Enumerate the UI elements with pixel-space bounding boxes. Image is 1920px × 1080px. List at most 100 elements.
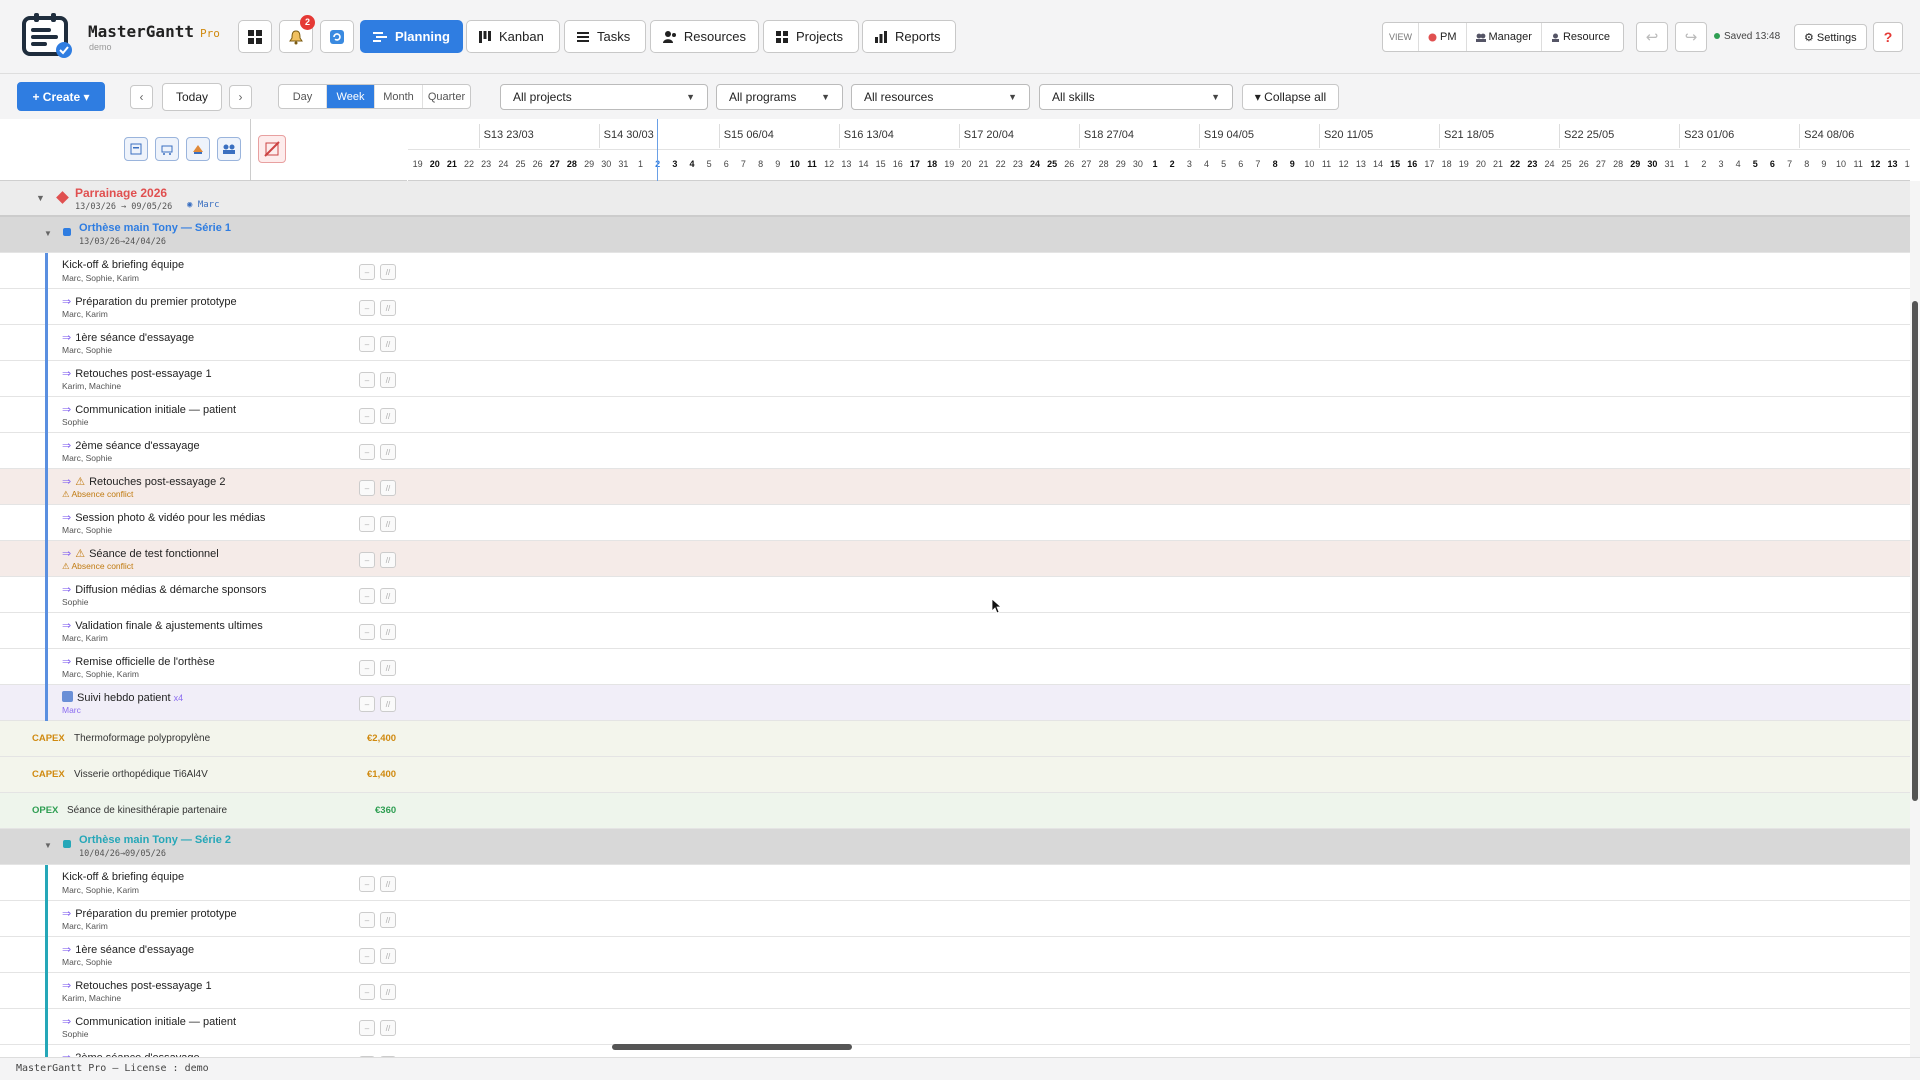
task-edit-toggle[interactable]: // [380,372,396,388]
list-view-icon[interactable] [124,137,148,161]
task-lock-toggle[interactable]: – [359,264,375,280]
task-edit-toggle[interactable]: // [380,912,396,928]
task-lock-toggle[interactable]: – [359,444,375,460]
task-edit-toggle[interactable]: // [380,696,396,712]
zoom-month[interactable]: Month [375,85,423,108]
task-lock-toggle[interactable]: – [359,1020,375,1036]
task-lock-toggle[interactable]: – [359,300,375,316]
next-period-button[interactable]: › [229,85,252,109]
task-name[interactable]: Suivi hebdo patient x4 [62,691,183,704]
task-name[interactable]: ⇒ Diffusion médias & démarche sponsors [62,583,266,596]
task-name[interactable]: ⇒ ⚠ Retouches post-essayage 2 [62,475,225,488]
task-lock-toggle[interactable]: – [359,480,375,496]
task-name[interactable]: Kick-off & briefing équipe [62,259,184,271]
collapse-all-button[interactable]: ▾ Collapse all [1242,84,1339,110]
zoom-quarter[interactable]: Quarter [423,85,470,108]
task-name[interactable]: ⇒ Validation finale & ajustements ultimes [62,619,263,632]
task-name[interactable]: ⇒ Communication initiale — patient [62,403,236,416]
project-name[interactable]: Orthèse main Tony — Série 2 [79,834,231,846]
task-edit-toggle[interactable]: // [380,984,396,1000]
collapse-chevron-icon[interactable]: ▼ [44,841,52,850]
task-edit-toggle[interactable]: // [380,660,396,676]
task-name[interactable]: ⇒ Session photo & vidéo pour les médias [62,511,265,524]
task-lock-toggle[interactable]: – [359,336,375,352]
task-lock-toggle[interactable]: – [359,696,375,712]
collapse-chevron-icon[interactable]: ▼ [44,229,52,238]
undo-button[interactable]: ↩ [1636,22,1668,52]
nav-kanban[interactable]: Kanban [466,20,560,53]
nav-planning[interactable]: Planning [360,20,463,53]
notifications-button[interactable]: 2 [279,15,315,53]
projects-filter-select[interactable]: All projects ▼ [500,84,708,110]
task-edit-toggle[interactable]: // [380,336,396,352]
task-edit-toggle[interactable]: // [380,876,396,892]
budget-name[interactable]: Séance de kinesithérapie partenaire [67,805,227,816]
task-edit-toggle[interactable]: // [380,408,396,424]
horizontal-scroll-thumb[interactable] [612,1044,852,1050]
create-button[interactable]: + Create ▾ [17,82,105,111]
budget-name[interactable]: Thermoformage polypropylène [74,733,210,744]
view-manager-button[interactable]: Manager [1467,23,1542,51]
task-lock-toggle[interactable]: – [359,408,375,424]
task-name[interactable]: ⇒ 1ère séance d'essayage [62,943,194,956]
task-edit-toggle[interactable]: // [380,444,396,460]
redo-button[interactable]: ↪ [1675,22,1707,52]
apps-grid-button[interactable] [238,20,272,53]
task-lock-toggle[interactable]: – [359,912,375,928]
zoom-day[interactable]: Day [279,85,327,108]
budget-name[interactable]: Visserie orthopédique Ti6Al4V [74,769,208,780]
settings-button[interactable]: ⚙ Settings [1794,24,1867,50]
task-edit-toggle[interactable]: // [380,624,396,640]
task-name[interactable]: ⇒ Préparation du premier prototype [62,295,237,308]
task-name[interactable]: ⇒ 1ère séance d'essayage [62,331,194,344]
team-icon[interactable] [217,137,241,161]
task-name[interactable]: ⇒ Retouches post-essayage 1 [62,367,212,380]
view-resource-button[interactable]: Resource [1542,23,1619,51]
task-edit-toggle[interactable]: // [380,480,396,496]
help-button[interactable]: ? [1873,22,1903,52]
task-name[interactable]: ⇒ ⚠ Séance de test fonctionnel [62,547,219,560]
resources-filter-select[interactable]: All resources ▼ [851,84,1030,110]
vertical-scroll-thumb[interactable] [1912,301,1918,801]
nav-tasks[interactable]: Tasks [564,20,646,53]
project-name[interactable]: Orthèse main Tony — Série 1 [79,222,231,234]
task-lock-toggle[interactable]: – [359,516,375,532]
absence-icon[interactable] [186,137,210,161]
task-lock-toggle[interactable]: – [359,660,375,676]
task-lock-toggle[interactable]: – [359,552,375,568]
task-name[interactable]: ⇒ Communication initiale — patient [62,1015,236,1028]
task-edit-toggle[interactable]: // [380,588,396,604]
cart-icon[interactable] [155,137,179,161]
task-name[interactable]: ⇒ Retouches post-essayage 1 [62,979,212,992]
sync-button[interactable] [320,20,354,53]
task-lock-toggle[interactable]: – [359,948,375,964]
task-name[interactable]: Kick-off & briefing équipe [62,871,184,883]
task-name[interactable]: ⇒ Remise officielle de l'orthèse [62,655,215,668]
program-name[interactable]: Parrainage 2026 [75,186,167,200]
nav-projects[interactable]: Projects [763,20,859,53]
task-lock-toggle[interactable]: – [359,984,375,1000]
programs-filter-select[interactable]: All programs ▼ [716,84,843,110]
task-edit-toggle[interactable]: // [380,516,396,532]
task-lock-toggle[interactable]: – [359,588,375,604]
prev-period-button[interactable]: ‹ [130,85,153,109]
task-edit-toggle[interactable]: // [380,1020,396,1036]
nav-resources[interactable]: Resources [650,20,759,53]
collapse-chevron-icon[interactable]: ▼ [36,193,45,203]
vertical-scrollbar[interactable] [1910,181,1920,1054]
task-name[interactable]: ⇒2ème séance d'essayage [62,439,200,452]
task-lock-toggle[interactable]: – [359,624,375,640]
skills-filter-select[interactable]: All skills ▼ [1039,84,1233,110]
no-critical-path-icon[interactable] [258,135,286,163]
zoom-week[interactable]: Week [327,85,375,108]
horizontal-scrollbar[interactable] [0,1042,1910,1052]
task-edit-toggle[interactable]: // [380,300,396,316]
task-edit-toggle[interactable]: // [380,948,396,964]
today-button[interactable]: Today [162,83,222,111]
nav-reports[interactable]: Reports [862,20,956,53]
task-lock-toggle[interactable]: – [359,372,375,388]
task-lock-toggle[interactable]: – [359,876,375,892]
task-edit-toggle[interactable]: // [380,552,396,568]
task-name[interactable]: ⇒ Préparation du premier prototype [62,907,237,920]
task-edit-toggle[interactable]: // [380,264,396,280]
